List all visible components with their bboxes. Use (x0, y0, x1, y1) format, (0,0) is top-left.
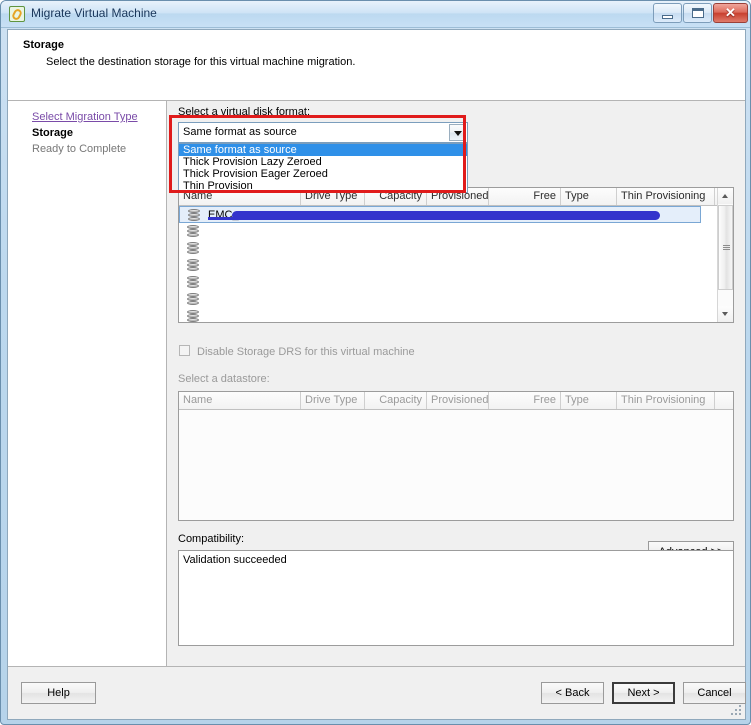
page-title: Storage (23, 39, 64, 51)
column-header-name[interactable]: Name (179, 392, 301, 409)
minimize-button[interactable] (653, 3, 682, 23)
window-title: Migrate Virtual Machine (31, 6, 157, 20)
wizard-header: Storage Select the destination storage f… (8, 30, 745, 101)
dialog-client-area: Storage Select the destination storage f… (7, 29, 746, 720)
table-row[interactable] (179, 240, 701, 257)
table-row[interactable] (179, 291, 701, 308)
migrate-vm-icon (9, 6, 25, 22)
column-header-thin-provisioning[interactable]: Thin Provisioning (617, 188, 715, 205)
sidebar-item-storage[interactable]: Storage (32, 127, 73, 139)
redaction-bar (232, 211, 660, 220)
cancel-button[interactable]: Cancel (683, 682, 746, 704)
page-subtitle: Select the destination storage for this … (46, 56, 356, 68)
scrollbar-thumb[interactable] (718, 205, 733, 290)
column-header-drive-type[interactable]: Drive Type (301, 392, 365, 409)
redaction-underline (208, 217, 254, 220)
back-button[interactable]: < Back (541, 682, 604, 704)
datastore-icon (187, 293, 199, 306)
chevron-down-icon[interactable] (449, 124, 466, 141)
disk-format-selected-value: Same format as source (183, 126, 297, 138)
column-header-spacer (715, 392, 733, 409)
datastore-icon (187, 242, 199, 255)
datastore-table-body: EMC_ (179, 206, 733, 322)
dialog-footer: Help < Back Next > Cancel (8, 666, 746, 719)
wizard-step-sidebar: Select Migration Type Storage Ready to C… (8, 101, 167, 666)
help-button[interactable]: Help (21, 682, 96, 704)
column-header-free[interactable]: Free (489, 392, 561, 409)
column-header-type[interactable]: Type (561, 392, 617, 409)
column-header-capacity[interactable]: Capacity (365, 392, 427, 409)
close-icon: ✕ (725, 5, 736, 20)
datastore-sub-table-header: Name Drive Type Capacity Provisioned Fre… (179, 392, 733, 410)
dropdown-option-thick-provision-lazy-zeroed[interactable]: Thick Provision Lazy Zeroed (179, 156, 467, 168)
compatibility-message: Validation succeeded (183, 554, 287, 566)
maximize-button[interactable] (683, 3, 712, 23)
column-header-free[interactable]: Free (489, 188, 561, 205)
compatibility-label: Compatibility: (178, 533, 245, 545)
resize-grip[interactable] (731, 705, 743, 717)
datastore-sub-table: Name Drive Type Capacity Provisioned Fre… (178, 391, 734, 521)
datastore-icon (187, 276, 199, 289)
dropdown-option-thick-provision-eager-zeroed[interactable]: Thick Provision Eager Zeroed (179, 168, 467, 180)
datastore-icon (187, 259, 199, 272)
scroll-down-icon[interactable] (718, 306, 733, 322)
scrollbar-grip-icon (723, 244, 730, 251)
sidebar-item-select-migration-type[interactable]: Select Migration Type (32, 111, 138, 123)
datastore-icon (188, 209, 200, 222)
disable-storage-drs-label: Disable Storage DRS for this virtual mac… (197, 346, 415, 358)
column-header-type[interactable]: Type (561, 188, 617, 205)
sidebar-item-ready-to-complete[interactable]: Ready to Complete (32, 143, 126, 155)
scroll-up-icon[interactable] (718, 188, 733, 204)
disk-format-label: Select a virtual disk format: (178, 106, 311, 118)
migrate-virtual-machine-window: Migrate Virtual Machine ✕ Storage Select… (0, 0, 751, 725)
compatibility-message-box: Validation succeeded (178, 550, 734, 646)
disable-storage-drs-checkbox[interactable] (179, 345, 190, 356)
datastore-table: Name Drive Type Capacity Provisioned Fre… (178, 187, 734, 323)
window-title-bar: Migrate Virtual Machine ✕ (1, 1, 750, 28)
table-row[interactable] (179, 257, 701, 274)
disk-format-combobox[interactable]: Same format as source (178, 122, 468, 143)
next-button[interactable]: Next > (612, 682, 675, 704)
table-row[interactable]: EMC_ (179, 206, 701, 223)
datastore-icon (187, 310, 199, 322)
column-header-provisioned[interactable]: Provisioned (427, 392, 489, 409)
disk-format-dropdown-list[interactable]: Same format as source Thick Provision La… (178, 143, 468, 193)
table-row[interactable] (179, 223, 701, 240)
table-row[interactable] (179, 308, 701, 322)
column-header-thin-provisioning[interactable]: Thin Provisioning (617, 392, 715, 409)
datastore-sub-table-body (179, 410, 733, 520)
storage-page-content: Select a virtual disk format: Same forma… (167, 101, 745, 666)
dropdown-option-thin-provision[interactable]: Thin Provision (179, 180, 467, 192)
datastore-table-scrollbar[interactable] (717, 188, 733, 322)
select-datastore-label: Select a datastore: (178, 373, 270, 385)
dropdown-option-same-format-as-source[interactable]: Same format as source (179, 144, 467, 156)
close-button[interactable]: ✕ (713, 3, 748, 23)
datastore-icon (187, 225, 199, 238)
table-row[interactable] (179, 274, 701, 291)
